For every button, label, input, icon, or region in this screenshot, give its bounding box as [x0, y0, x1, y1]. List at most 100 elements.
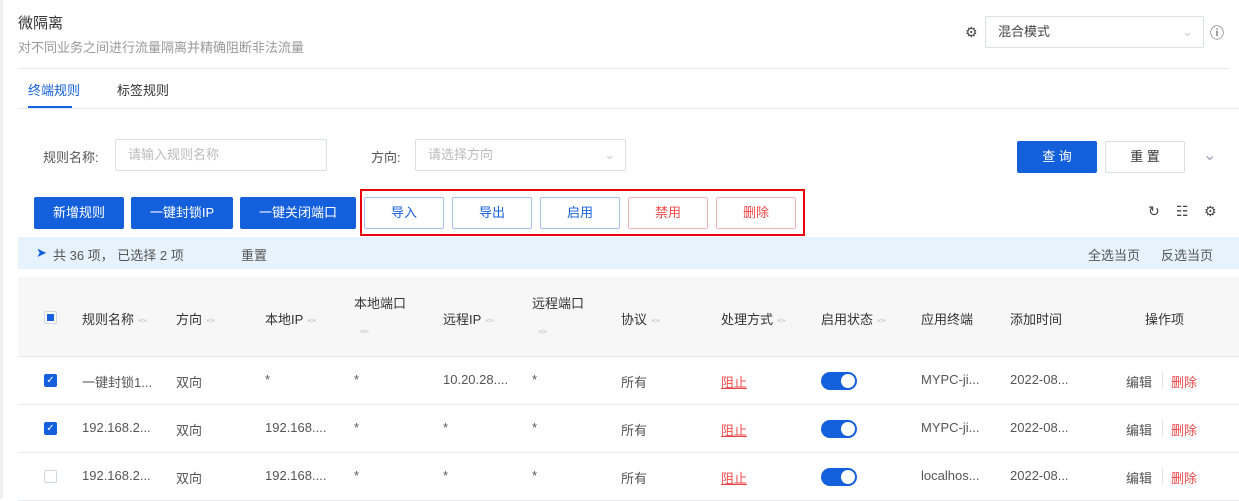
reset-button[interactable]: 重 置 [1105, 141, 1185, 173]
delete-link[interactable]: 删除 [1171, 420, 1197, 439]
divider [18, 68, 1228, 69]
enable-toggle[interactable] [821, 420, 857, 438]
rule-name-label: 规则名称: [43, 150, 99, 165]
select-all-checkbox[interactable] [44, 311, 57, 324]
selection-summary: 共 36 项， 已选择 2 项 [53, 248, 184, 263]
enable-toggle[interactable] [821, 372, 857, 390]
refresh-icon[interactable]: ↻ [1148, 203, 1160, 220]
close-port-button[interactable]: 一键关闭端口 [240, 197, 356, 229]
select-page-link[interactable]: 全选当页 [1088, 245, 1140, 264]
column-header-label: 远程端口 [532, 296, 585, 311]
edit-link[interactable]: 编辑 [1126, 420, 1152, 439]
import-button[interactable]: 导入 [364, 197, 444, 229]
sort-icon[interactable]: ︿ ﹀ [777, 313, 786, 328]
invert-page-link[interactable]: 反选当页 [1161, 245, 1213, 264]
cell-action[interactable]: 阻止 [721, 372, 747, 391]
table-row: 192.168.2... 双向 192.168.... * * * 所有 阻止 localhos… [18, 453, 1239, 501]
disable-button[interactable]: 禁用 [628, 197, 708, 229]
cell-time: 2022-08... [1010, 468, 1069, 483]
settings-icon[interactable]: ⚙ [965, 24, 978, 41]
cell-terminal: MYPC-ji... [921, 372, 980, 387]
column-header[interactable]: 本地端口 ︿ ﹀ [354, 293, 406, 340]
help-icon[interactable]: ⓘ [1210, 23, 1224, 43]
column-header-label: 操作项 [1145, 312, 1185, 327]
direction-placeholder: 请选择方向 [428, 147, 494, 162]
column-header[interactable]: 远程端口 ︿ ﹀ [532, 293, 585, 340]
table-row: ✓ 一键封锁1... 双向 * * 10.20.28.... * 所有 阻止 MYPC-ji...… [18, 357, 1239, 405]
page-subtitle: 对不同业务之间进行流量隔离并精确阻断非法流量 [18, 40, 305, 55]
sort-icon[interactable]: ︿ ﹀ [651, 313, 660, 328]
cell-terminal: MYPC-ji... [921, 420, 980, 435]
column-header-label: 协议 [621, 312, 648, 327]
cell-protocol: 所有 [621, 375, 648, 390]
column-header: 应用终端 [921, 309, 973, 328]
add-rule-button[interactable]: 新增规则 [34, 197, 124, 229]
divider [18, 108, 1239, 109]
chevron-down-icon: ⌄ [1182, 24, 1193, 39]
column-header-label: 本地IP [265, 312, 304, 327]
edit-link[interactable]: 编辑 [1126, 372, 1152, 391]
column-header-label: 启用状态 [821, 312, 874, 327]
table-header: 规则名称 ︿ ﹀ 方向 ︿ ﹀ 本地IP ︿ ﹀ 本地端口 ︿ ﹀ 远程IP ︿ ﹀ 远程端口 ︿ ﹀ 协议 ︿ ﹀ 处理… [18, 277, 1239, 357]
cell-action[interactable]: 阻止 [721, 420, 747, 439]
cell-protocol: 所有 [621, 423, 648, 438]
column-header: 操作项 [1145, 309, 1184, 328]
tab-terminal-rules[interactable]: 终端规则 [28, 80, 80, 99]
column-header-label: 方向 [176, 312, 203, 327]
cell-direction: 双向 [176, 423, 203, 438]
clear-selection-link[interactable]: 重置 [241, 245, 267, 264]
export-button[interactable]: 导出 [452, 197, 532, 229]
sort-icon[interactable]: ︿ ﹀ [877, 313, 886, 328]
sort-icon[interactable]: ︿ ﹀ [485, 313, 494, 328]
columns-icon[interactable]: ☷ [1176, 203, 1189, 220]
cell-name: 192.168.2... [82, 420, 151, 435]
cell-terminal: localhos... [921, 468, 980, 483]
block-ip-button[interactable]: 一键封锁IP [131, 197, 233, 229]
mode-select-value: 混合模式 [998, 24, 1051, 39]
sort-icon[interactable]: ︿ ﹀ [307, 313, 316, 328]
rule-name-input[interactable]: 请输入规则名称 [115, 139, 327, 171]
cell-name: 一键封锁1... [82, 375, 153, 390]
column-header[interactable]: 方向 ︿ ﹀ [176, 309, 215, 328]
direction-select[interactable]: 请选择方向 ⌄ [415, 139, 626, 171]
mode-select[interactable]: 混合模式 ⌄ [985, 16, 1204, 48]
settings-icon[interactable]: ⚙ [1204, 203, 1217, 220]
column-header[interactable]: 处理方式 ︿ ﹀ [721, 309, 786, 328]
delete-button[interactable]: 删除 [716, 197, 796, 229]
cell-protocol: 所有 [621, 471, 648, 486]
cell-local-port: * [354, 420, 360, 435]
edit-link[interactable]: 编辑 [1126, 468, 1152, 487]
tab-tag-rules[interactable]: 标签规则 [117, 80, 169, 99]
expand-chevron-icon[interactable]: ⌄ [1203, 145, 1216, 165]
column-header[interactable]: 规则名称 ︿ ﹀ [82, 309, 147, 328]
column-header: 添加时间 [1010, 309, 1062, 328]
cell-name: 192.168.2... [82, 468, 151, 483]
divider [1162, 419, 1163, 437]
column-header[interactable]: 远程IP ︿ ﹀ [443, 309, 494, 328]
cell-remote-ip: * [443, 420, 449, 435]
delete-link[interactable]: 删除 [1171, 468, 1197, 487]
sort-icon[interactable]: ︿ ﹀ [360, 325, 369, 340]
cell-remote-ip: * [443, 468, 449, 483]
delete-link[interactable]: 删除 [1171, 372, 1197, 391]
column-header-label: 处理方式 [721, 312, 774, 327]
sort-icon[interactable]: ︿ ﹀ [206, 313, 215, 328]
query-button[interactable]: 查 询 [1017, 141, 1097, 173]
row-checkbox[interactable]: ✓ [44, 374, 57, 387]
column-header[interactable]: 本地IP ︿ ﹀ [265, 309, 316, 328]
enable-button[interactable]: 启用 [540, 197, 620, 229]
row-checkbox[interactable]: ✓ [44, 422, 57, 435]
direction-label: 方向: [371, 150, 401, 165]
enable-toggle[interactable] [821, 468, 857, 486]
cell-local-port: * [354, 372, 360, 387]
sort-icon[interactable]: ︿ ﹀ [538, 325, 547, 340]
divider [1162, 371, 1163, 389]
column-header[interactable]: 启用状态 ︿ ﹀ [821, 309, 886, 328]
column-header[interactable]: 协议 ︿ ﹀ [621, 309, 660, 328]
page-title: 微隔离 [18, 15, 64, 32]
column-header-label: 规则名称 [82, 312, 135, 327]
cell-action[interactable]: 阻止 [721, 468, 747, 487]
sort-icon[interactable]: ︿ ﹀ [138, 313, 147, 328]
chevron-down-icon: ⌄ [604, 147, 615, 162]
row-checkbox[interactable] [44, 470, 57, 483]
